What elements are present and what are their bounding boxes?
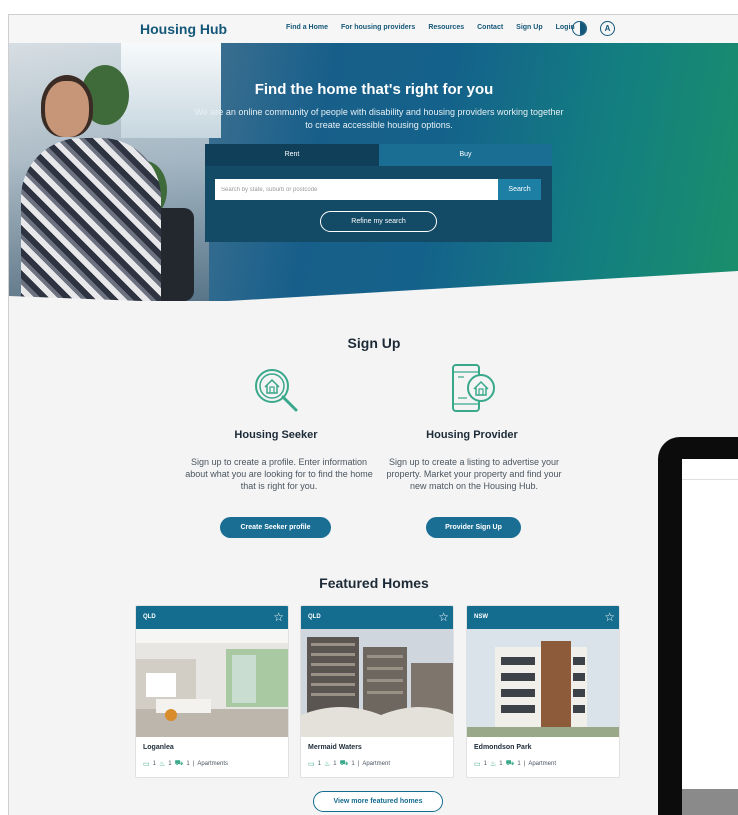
magnifier-house-icon xyxy=(255,369,298,412)
device-base xyxy=(682,789,738,815)
bed-icon: ▭ xyxy=(308,760,315,768)
card-state: NSW xyxy=(474,614,488,620)
signup-title: Sign Up xyxy=(347,335,401,351)
contrast-icon[interactable] xyxy=(572,21,587,36)
nav-link-resources[interactable]: Resources xyxy=(428,24,464,31)
search-button[interactable]: Search xyxy=(498,179,541,200)
parking-count: 1 xyxy=(351,760,355,767)
car-icon: ⛟ xyxy=(339,760,349,767)
property-type: Apartments xyxy=(197,760,228,767)
featured-homes-title: Featured Homes xyxy=(319,575,429,591)
separator: | xyxy=(357,760,360,767)
accessibility-icon-label: A xyxy=(604,24,611,33)
hero-photo-person xyxy=(21,138,161,301)
top-nav: Housing Hub Find a Home For housing prov… xyxy=(9,15,738,43)
home-photo xyxy=(136,629,288,737)
create-seeker-profile-button[interactable]: Create Seeker profile xyxy=(220,517,331,538)
nav-link-sign-up[interactable]: Sign Up xyxy=(516,24,542,31)
featured-home-card[interactable]: NSW ☆ Edmondson Park ▭ 1 ♨ 1 ⛟ 1 | Apart… xyxy=(466,605,620,778)
property-type: Apartment xyxy=(528,760,556,767)
site-logo[interactable]: Housing Hub xyxy=(140,21,227,37)
home-photo xyxy=(301,629,453,737)
card-state: QLD xyxy=(308,614,321,620)
bath-count: 1 xyxy=(168,760,172,767)
housing-seeker-title: Housing Seeker xyxy=(234,429,318,441)
star-icon[interactable]: ☆ xyxy=(604,610,615,624)
card-features: ▭ 1 ♨ 1 ⛟ 1 | Apartment xyxy=(308,759,390,768)
card-title: Edmondson Park xyxy=(474,744,532,751)
featured-home-card[interactable]: QLD ☆ Loganlea ▭ 1 ♨ 1 ⛟ 1 | Apartments xyxy=(135,605,289,778)
card-title: Loganlea xyxy=(143,744,174,751)
housing-provider-title: Housing Provider xyxy=(426,429,518,441)
star-icon[interactable]: ☆ xyxy=(438,610,449,624)
tab-buy[interactable]: Buy xyxy=(379,144,552,166)
search-input[interactable] xyxy=(215,179,498,200)
hero-subtitle: We are an online community of people wit… xyxy=(194,107,564,130)
bath-icon: ♨ xyxy=(489,760,497,768)
bed-icon: ▭ xyxy=(474,760,481,768)
phone-house-icon xyxy=(452,364,495,412)
card-header: NSW ☆ xyxy=(467,606,619,629)
star-icon[interactable]: ☆ xyxy=(273,610,284,624)
featured-home-card[interactable]: QLD ☆ Mermaid Waters ▭ 1 ♨ 1 ⛟ 1 | Apart… xyxy=(300,605,454,778)
hero: Find the home that's right for you We ar… xyxy=(9,43,738,301)
card-title: Mermaid Waters xyxy=(308,744,362,751)
bath-icon: ♨ xyxy=(158,760,166,768)
bath-count: 1 xyxy=(333,760,337,767)
device-screen-divider xyxy=(682,479,738,480)
bed-icon: ▭ xyxy=(143,760,150,768)
refine-search-button[interactable]: Refine my search xyxy=(320,211,437,232)
bath-count: 1 xyxy=(499,760,503,767)
bed-count: 1 xyxy=(152,760,156,767)
page: Housing Hub Find a Home For housing prov… xyxy=(8,14,738,815)
housing-provider-description: Sign up to create a listing to advertise… xyxy=(386,457,562,491)
card-features: ▭ 1 ♨ 1 ⛟ 1 | Apartment xyxy=(474,759,556,768)
bed-count: 1 xyxy=(483,760,487,767)
separator: | xyxy=(523,760,526,767)
card-state: QLD xyxy=(143,614,156,620)
home-photo xyxy=(467,629,619,737)
parking-count: 1 xyxy=(186,760,190,767)
nav-links: Find a Home For housing providers Resour… xyxy=(286,24,575,31)
tab-rent[interactable]: Rent xyxy=(205,144,379,166)
housing-seeker-description: Sign up to create a profile. Enter infor… xyxy=(185,457,373,491)
device-screen xyxy=(682,459,738,789)
card-features: ▭ 1 ♨ 1 ⛟ 1 | Apartments xyxy=(143,759,228,768)
car-icon: ⛟ xyxy=(174,760,184,767)
bath-icon: ♨ xyxy=(323,760,331,768)
search-panel: Rent Buy Search Refine my search xyxy=(205,144,552,242)
bed-count: 1 xyxy=(317,760,321,767)
separator: | xyxy=(192,760,195,767)
nav-link-for-housing-providers[interactable]: For housing providers xyxy=(341,24,415,31)
parking-count: 1 xyxy=(517,760,521,767)
nav-link-contact[interactable]: Contact xyxy=(477,24,503,31)
provider-sign-up-button[interactable]: Provider Sign Up xyxy=(426,517,521,538)
hero-title: Find the home that's right for you xyxy=(254,81,494,98)
card-header: QLD ☆ xyxy=(136,606,288,629)
property-type: Apartment xyxy=(362,760,390,767)
view-more-featured-homes-button[interactable]: View more featured homes xyxy=(313,791,443,812)
accessibility-icon[interactable]: A xyxy=(600,21,615,36)
card-header: QLD ☆ xyxy=(301,606,453,629)
device-mockup xyxy=(658,437,738,815)
nav-link-find-a-home[interactable]: Find a Home xyxy=(286,24,328,31)
car-icon: ⛟ xyxy=(505,760,515,767)
